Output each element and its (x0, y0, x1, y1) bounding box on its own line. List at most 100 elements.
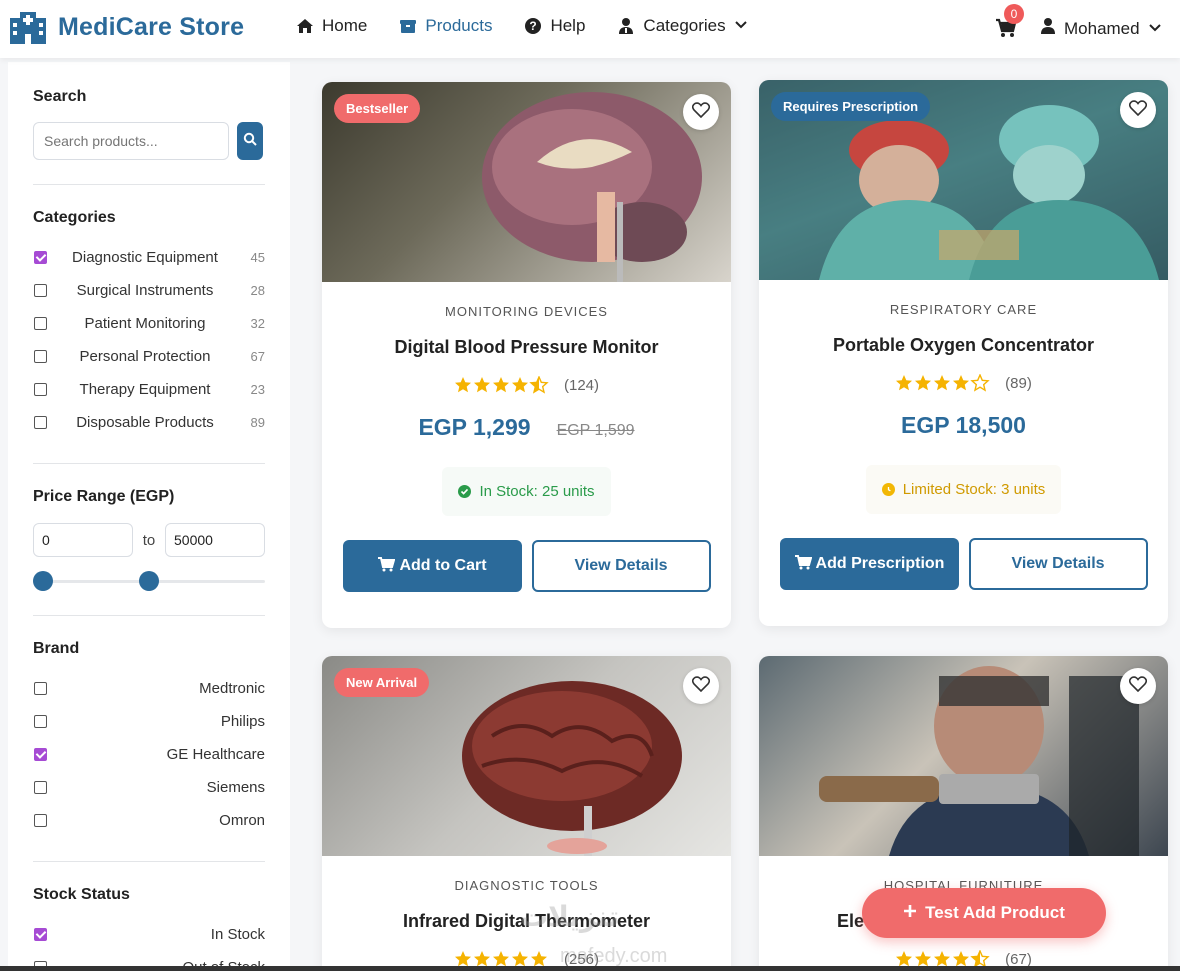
brand-title: Brand (33, 640, 80, 657)
bestseller-badge: Bestseller (334, 94, 421, 123)
category-label: Disposable Products (76, 414, 214, 431)
brand-label: Omron (219, 812, 265, 829)
category-count: 45 (250, 250, 265, 265)
divider (33, 184, 265, 185)
slider-min-handle[interactable] (33, 571, 53, 591)
brand-checkbox[interactable] (34, 715, 47, 728)
favorite-button[interactable] (1120, 668, 1156, 704)
search-title: Search (33, 88, 87, 105)
top-navbar: MediCare Store Home Products ? Help Cate… (0, 0, 1180, 58)
user-menu[interactable]: Mohamed (1040, 17, 1162, 40)
svg-text:?: ? (530, 19, 537, 33)
category-item[interactable]: Disposable Products 89 (33, 406, 265, 439)
category-checkbox[interactable] (34, 350, 47, 363)
nav-home[interactable]: Home (296, 16, 367, 36)
category-list: Diagnostic Equipment 45 Surgical Instrum… (33, 241, 265, 439)
price-range-slider (33, 571, 265, 591)
add-to-cart-button[interactable]: Add to Cart (342, 540, 522, 592)
question-icon: ? (524, 17, 542, 35)
category-label: Therapy Equipment (79, 381, 211, 398)
category-item[interactable]: Therapy Equipment 23 (33, 373, 265, 406)
clock-icon (881, 483, 895, 496)
category-count: 89 (250, 415, 265, 430)
stock-item[interactable]: In Stock (33, 918, 265, 951)
category-checkbox[interactable] (34, 416, 47, 429)
nav-products-label: Products (425, 16, 493, 35)
price-range-title: Price Range (EGP) (33, 488, 175, 505)
nav-products[interactable]: Products (399, 16, 492, 36)
search-button[interactable] (237, 122, 263, 160)
category-label: Surgical Instruments (76, 282, 214, 299)
nav-home-label: Home (322, 16, 368, 35)
cart-plus-icon (377, 556, 396, 577)
brand-item[interactable]: Philips (33, 705, 265, 738)
nav-help[interactable]: ? Help (524, 16, 585, 36)
chevron-down-icon (734, 16, 748, 36)
category-checkbox[interactable] (34, 284, 47, 297)
category-item[interactable]: Patient Monitoring 32 (33, 307, 265, 340)
product-image[interactable]: Bestseller (322, 82, 731, 282)
category-checkbox[interactable] (34, 251, 47, 264)
brand-label: Siemens (206, 779, 265, 796)
filter-sidebar: Search Categories Diagnostic Equipment 4… (8, 62, 290, 971)
user-icon (1040, 17, 1056, 40)
box-icon (399, 17, 417, 35)
product-name[interactable]: Portable Oxygen Concentrator (759, 335, 1168, 356)
product-card: Bestseller MONITORING DEVICES Digital Bl… (322, 82, 731, 628)
view-details-button[interactable]: View Details (968, 538, 1148, 590)
product-old-price: EGP 1,599 (556, 422, 635, 439)
brand-label: Philips (220, 713, 265, 730)
brand-item[interactable]: Siemens (33, 771, 265, 804)
brand-item[interactable]: Omron (33, 804, 265, 837)
search-input[interactable] (33, 122, 229, 160)
brand[interactable]: MediCare Store (8, 10, 244, 44)
product-name[interactable]: Digital Blood Pressure Monitor (322, 337, 731, 358)
brand-checkbox[interactable] (34, 781, 47, 794)
bottom-bar (0, 966, 1180, 971)
price-min-input[interactable] (33, 523, 133, 557)
category-item[interactable]: Personal Protection 67 (33, 340, 265, 373)
add-prescription-button[interactable]: Add Prescription (779, 538, 959, 590)
divider (33, 615, 265, 616)
product-image[interactable] (759, 656, 1168, 856)
category-checkbox[interactable] (34, 317, 47, 330)
product-card: Requires Prescription RESPIRATORY CARE P… (759, 80, 1168, 626)
brand-checkbox[interactable] (34, 682, 47, 695)
brand-name: MediCare Store (58, 12, 245, 41)
favorite-button[interactable] (683, 94, 719, 130)
view-details-button[interactable]: View Details (531, 540, 711, 592)
nav-categories-label: Categories (643, 16, 726, 35)
brand-item[interactable]: GE Healthcare (33, 738, 265, 771)
nav-categories[interactable]: Categories (617, 16, 747, 36)
heart-icon (1128, 99, 1148, 121)
home-icon (296, 17, 314, 35)
user-tie-icon (617, 17, 635, 35)
category-checkbox[interactable] (34, 383, 47, 396)
favorite-button[interactable] (683, 668, 719, 704)
product-price: EGP 18,500 (901, 412, 1026, 438)
cart-count-badge: 0 (1004, 4, 1024, 24)
chevron-down-icon (1148, 19, 1162, 39)
check-circle-icon (458, 485, 472, 498)
prescription-badge: Requires Prescription (771, 92, 931, 121)
slider-max-handle[interactable] (139, 571, 159, 591)
product-image[interactable]: Requires Prescription (759, 80, 1168, 280)
nav-links: Home Products ? Help Categories (296, 16, 748, 36)
divider (33, 861, 265, 862)
brand-label: Medtronic (199, 680, 265, 697)
test-add-product-button[interactable]: Test Add Product (862, 888, 1106, 938)
product-category: MONITORING DEVICES (445, 304, 608, 319)
cart-icon (994, 18, 1018, 44)
brand-checkbox[interactable] (34, 748, 47, 761)
favorite-button[interactable] (1120, 92, 1156, 128)
rating-stars (454, 376, 550, 394)
category-item[interactable]: Surgical Instruments 28 (33, 274, 265, 307)
cart-plus-icon (794, 554, 812, 575)
stock-checkbox[interactable] (34, 928, 47, 941)
product-image[interactable]: New Arrival (322, 656, 731, 856)
brand-item[interactable]: Medtronic (33, 672, 265, 705)
category-item[interactable]: Diagnostic Equipment 45 (33, 241, 265, 274)
brand-checkbox[interactable] (34, 814, 47, 827)
test-add-product-label: Test Add Product (925, 903, 1065, 922)
price-max-input[interactable] (165, 523, 265, 557)
